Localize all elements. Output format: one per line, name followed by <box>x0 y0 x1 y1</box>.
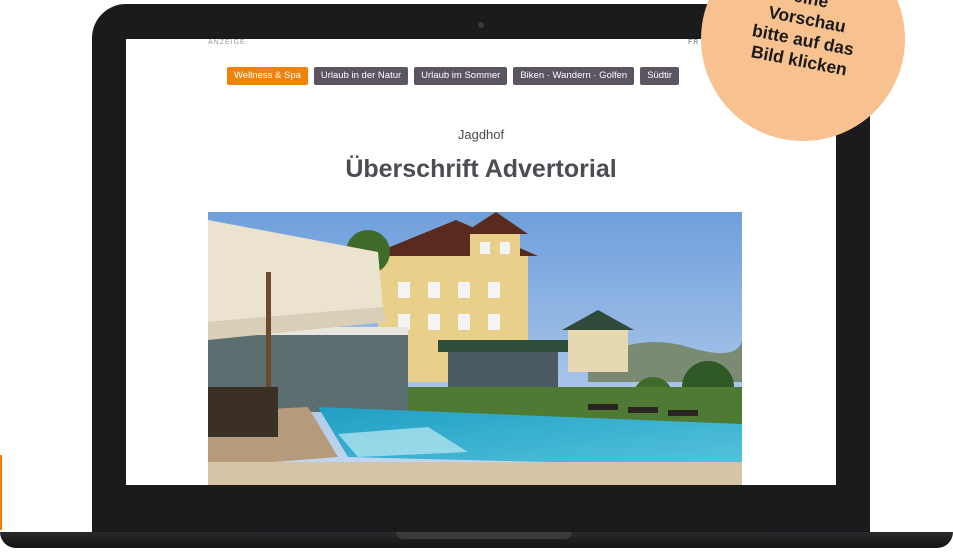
tab-urlaub-natur[interactable]: Urlaub in der Natur <box>313 67 409 85</box>
hero-image[interactable] <box>208 212 742 485</box>
laptop-hinge <box>396 532 572 539</box>
tab-urlaub-sommer[interactable]: Urlaub im Sommer <box>414 67 508 85</box>
ad-right-label: FR <box>688 39 700 46</box>
tab-wellness-spa[interactable]: Wellness & Spa <box>227 67 308 85</box>
ad-label: ANZEIGE <box>208 39 246 46</box>
tab-suedtirol[interactable]: Südtir <box>640 67 680 85</box>
article-headline: Überschrift Advertorial <box>345 155 617 183</box>
webcam-icon <box>478 22 484 28</box>
hotel-pool-photo <box>208 212 742 485</box>
edge-accent <box>0 455 2 530</box>
category-nav: Wellness & Spa Urlaub in der Natur Urlaub … <box>227 67 685 85</box>
article-subtitle: Jagdhof <box>457 127 505 142</box>
tab-biken-wandern-golfen[interactable]: Biken · Wandern · Golfen <box>513 67 635 85</box>
